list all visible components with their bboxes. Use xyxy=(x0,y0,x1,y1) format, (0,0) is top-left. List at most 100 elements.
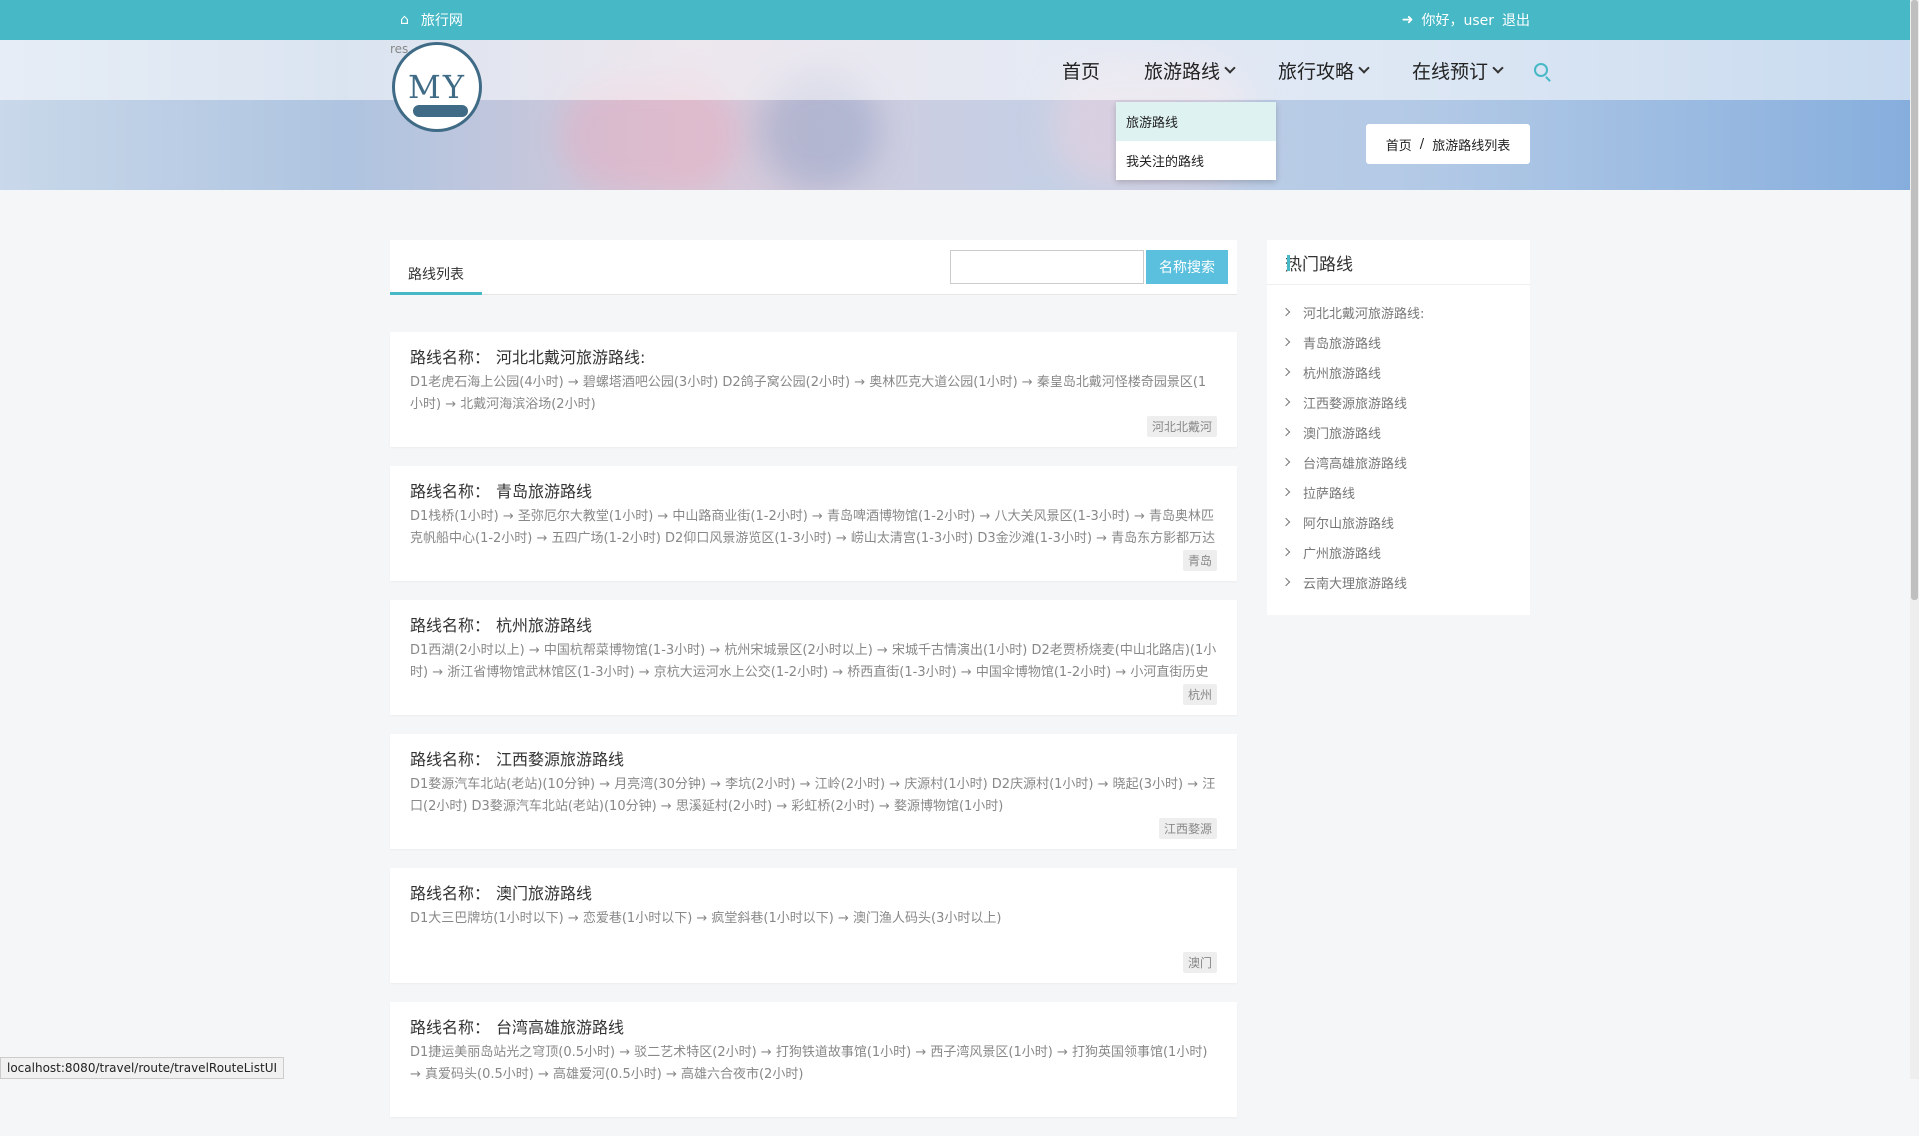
nav-home[interactable]: 首页 xyxy=(1062,57,1100,84)
route-label: 路线名称： xyxy=(410,348,491,367)
route-card[interactable]: 路线名称： 江西婺源旅游路线 D1婺源汽车北站(老站)(10分钟) → 月亮湾(3… xyxy=(390,734,1237,849)
top-bar: ⌂ 旅行网 ➜ 你好，user 退出 xyxy=(0,0,1910,40)
chevron-right-icon xyxy=(1281,367,1291,377)
breadcrumb-current: 旅游路线列表 xyxy=(1432,138,1511,154)
route-desc: D1大三巴牌坊(1小时以下) → 恋爱巷(1小时以下) → 疯堂斜巷(1小时以下… xyxy=(410,911,1002,926)
tab-bar: 路线列表 名称搜索 xyxy=(390,240,1237,295)
hot-route-item[interactable]: 广州旅游路线 xyxy=(1267,537,1530,567)
route-label: 路线名称： xyxy=(410,884,491,903)
hot-routes-list: 河北北戴河旅游路线: 青岛旅游路线 杭州旅游路线 江西婺源旅游路线 澳门旅游路线… xyxy=(1267,297,1530,597)
route-list-panel: 路线列表 名称搜索 路线名称： 河北北戴河旅游路线: D1老虎石海上公园(4小时)… xyxy=(390,240,1237,1136)
hot-route-item[interactable]: 云南大理旅游路线 xyxy=(1267,567,1530,597)
scrollbar-thumb[interactable] xyxy=(1911,0,1918,600)
dropdown-item-routes[interactable]: 旅游路线 xyxy=(1116,102,1276,141)
home-icon[interactable]: ⌂ xyxy=(400,12,409,28)
hot-route-item[interactable]: 澳门旅游路线 xyxy=(1267,417,1530,447)
route-desc: D1老虎石海上公园(4小时) → 碧螺塔酒吧公园(3小时) D2鸽子窝公园(2小… xyxy=(410,375,1207,412)
dropdown-item-followed[interactable]: 我关注的路线 xyxy=(1116,141,1276,180)
site-name-link[interactable]: 旅行网 xyxy=(421,10,463,30)
hot-route-item[interactable]: 江西婺源旅游路线 xyxy=(1267,387,1530,417)
breadcrumb-home[interactable]: 首页 xyxy=(1386,135,1412,154)
logo-wave xyxy=(413,105,468,117)
route-label: 路线名称： xyxy=(410,750,491,769)
hot-route-label: 青岛旅游路线 xyxy=(1303,336,1382,352)
route-label: 路线名称： xyxy=(410,1018,491,1037)
route-name[interactable]: 河北北戴河旅游路线: xyxy=(496,344,645,368)
search-input[interactable] xyxy=(950,250,1144,284)
route-tag: 澳门 xyxy=(1182,952,1217,973)
nav-guides[interactable]: 旅行攻略 xyxy=(1278,57,1370,84)
chevron-right-icon xyxy=(1281,577,1291,587)
nav-routes[interactable]: 旅游路线 xyxy=(1144,57,1236,84)
hot-route-item[interactable]: 台湾高雄旅游路线 xyxy=(1267,447,1530,477)
route-name[interactable]: 江西婺源旅游路线 xyxy=(496,746,624,770)
nav-routes-label: 旅游路线 xyxy=(1144,60,1221,83)
route-desc: D1西湖(2小时以上) → 中国杭帮菜博物馆(1-3小时) → 杭州宋城景区(2… xyxy=(410,643,1217,680)
search-button[interactable]: 名称搜索 xyxy=(1146,250,1228,284)
route-name[interactable]: 澳门旅游路线 xyxy=(496,880,592,904)
hot-route-label: 云南大理旅游路线 xyxy=(1303,576,1408,592)
route-tag: 江西婺源 xyxy=(1158,818,1217,839)
chevron-down-icon xyxy=(1492,62,1504,74)
hot-route-item[interactable]: 杭州旅游路线 xyxy=(1267,357,1530,387)
logo-mark: MY xyxy=(408,68,466,106)
greeting-text: 你好，user xyxy=(1421,13,1494,29)
route-card[interactable]: 路线名称： 青岛旅游路线 D1栈桥(1小时) → 圣弥厄尔大教堂(1小时) → 中… xyxy=(390,466,1237,581)
scrollbar[interactable] xyxy=(1910,0,1919,1079)
logo-badge: MY xyxy=(392,42,482,132)
route-desc: D1捷运美丽岛站光之穹顶(0.5小时) → 驳二艺术特区(2小时) → 打狗铁道… xyxy=(410,1045,1208,1082)
tab-route-list[interactable]: 路线列表 xyxy=(390,255,482,295)
routes-dropdown: 旅游路线 我关注的路线 xyxy=(1116,102,1276,180)
main-nav: 首页 旅游路线 旅行攻略 在线预订 xyxy=(1062,40,1549,100)
route-tag: 青岛 xyxy=(1182,550,1217,571)
hot-route-label: 拉萨路线 xyxy=(1303,486,1356,502)
hot-route-item[interactable]: 阿尔山旅游路线 xyxy=(1267,507,1530,537)
chevron-down-icon xyxy=(1358,62,1370,74)
nav-home-label: 首页 xyxy=(1062,60,1101,83)
nav-band xyxy=(0,40,1910,100)
chevron-right-icon xyxy=(1281,397,1291,407)
status-url: localhost:8080/travel/route/travelRouteL… xyxy=(0,1057,285,1079)
route-list: 路线名称： 河北北戴河旅游路线: D1老虎石海上公园(4小时) → 碧螺塔酒吧公园… xyxy=(390,332,1237,1117)
route-tag: 杭州 xyxy=(1182,684,1217,705)
route-title: 路线名称： 河北北戴河旅游路线: xyxy=(410,344,1217,368)
chevron-right-icon xyxy=(1281,547,1291,557)
breadcrumb: 首页 / 旅游路线列表 xyxy=(1366,124,1530,164)
hot-route-label: 阿尔山旅游路线 xyxy=(1303,516,1395,532)
route-card[interactable]: 路线名称： 澳门旅游路线 D1大三巴牌坊(1小时以下) → 恋爱巷(1小时以下) … xyxy=(390,868,1237,983)
route-card[interactable]: 路线名称： 河北北戴河旅游路线: D1老虎石海上公园(4小时) → 碧螺塔酒吧公园… xyxy=(390,332,1237,447)
route-title: 路线名称： 澳门旅游路线 xyxy=(410,880,1217,904)
route-label: 路线名称： xyxy=(410,482,491,501)
breadcrumb-separator: / xyxy=(1419,136,1425,152)
logout-link[interactable]: 退出 xyxy=(1502,10,1530,30)
hot-route-item[interactable]: 青岛旅游路线 xyxy=(1267,327,1530,357)
route-desc: D1栈桥(1小时) → 圣弥厄尔大教堂(1小时) → 中山路商业街(1-2小时)… xyxy=(410,509,1216,546)
hot-route-label: 杭州旅游路线 xyxy=(1303,366,1382,382)
route-name[interactable]: 台湾高雄旅游路线 xyxy=(496,1014,624,1038)
route-title: 路线名称： 杭州旅游路线 xyxy=(410,612,1217,636)
sidebar-title: 热门路线 xyxy=(1267,240,1530,285)
hot-route-label: 河北北戴河旅游路线: xyxy=(1303,306,1425,322)
search-icon[interactable] xyxy=(1534,63,1549,77)
chevron-right-icon xyxy=(1281,307,1291,317)
nav-booking[interactable]: 在线预订 xyxy=(1412,57,1504,84)
chevron-right-icon xyxy=(1281,517,1291,527)
route-name[interactable]: 青岛旅游路线 xyxy=(496,478,592,502)
chevron-right-icon xyxy=(1281,427,1291,437)
sidebar-title-text: 热门路线 xyxy=(1285,254,1353,275)
sign-in-icon: ➜ xyxy=(1401,12,1414,28)
route-title: 路线名称： 台湾高雄旅游路线 xyxy=(410,1014,1217,1038)
hot-routes-sidebar: 热门路线 河北北戴河旅游路线: 青岛旅游路线 杭州旅游路线 江西婺源旅游路线 澳… xyxy=(1267,240,1530,615)
hot-route-label: 澳门旅游路线 xyxy=(1303,426,1382,442)
chevron-right-icon xyxy=(1281,487,1291,497)
hero-banner xyxy=(0,40,1910,190)
hot-route-label: 台湾高雄旅游路线 xyxy=(1303,456,1408,472)
hot-route-item[interactable]: 河北北戴河旅游路线: xyxy=(1267,297,1530,327)
route-name[interactable]: 杭州旅游路线 xyxy=(496,612,592,636)
route-card[interactable]: 路线名称： 杭州旅游路线 D1西湖(2小时以上) → 中国杭帮菜博物馆(1-3小时… xyxy=(390,600,1237,715)
hot-route-item[interactable]: 拉萨路线 xyxy=(1267,477,1530,507)
chevron-right-icon xyxy=(1281,337,1291,347)
route-card[interactable]: 路线名称： 台湾高雄旅游路线 D1捷运美丽岛站光之穹顶(0.5小时) → 驳二艺术… xyxy=(390,1002,1237,1117)
route-title: 路线名称： 江西婺源旅游路线 xyxy=(410,746,1217,770)
route-tag: 河北北戴河 xyxy=(1146,416,1217,437)
